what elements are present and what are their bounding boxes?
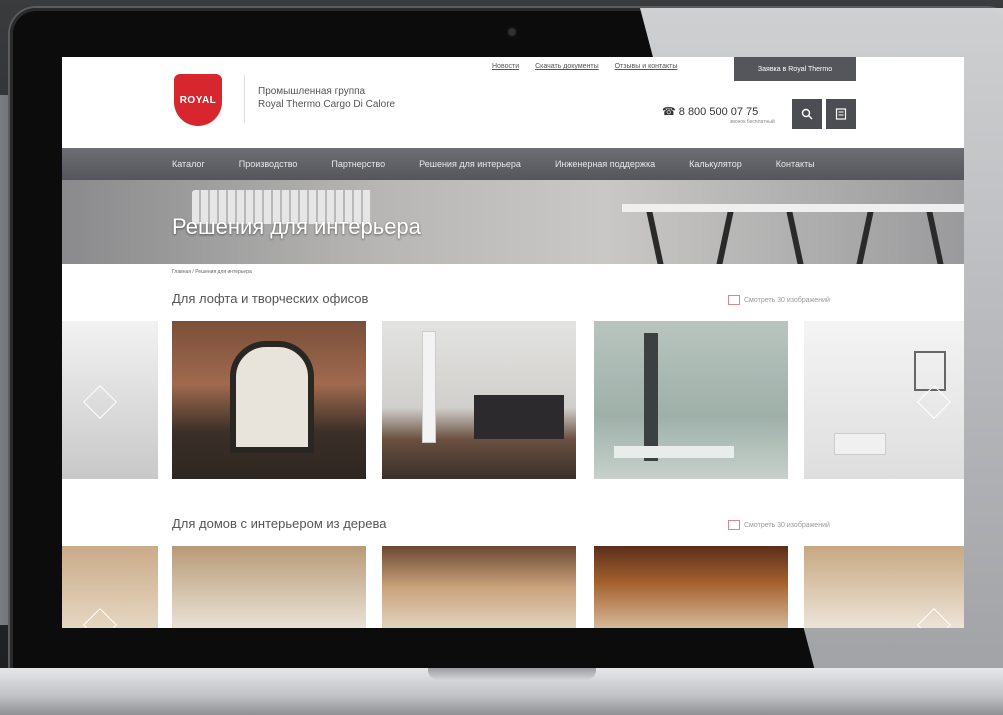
divider — [244, 75, 245, 123]
company-name: Промышленная группа Royal Thermo Cargo D… — [258, 85, 395, 111]
gallery-photo[interactable] — [382, 321, 576, 479]
banner-table-leg — [786, 212, 804, 264]
company-line-2: Royal Thermo Cargo Di Calore — [258, 99, 396, 110]
banner-table-leg — [926, 212, 944, 264]
gallery-photo[interactable] — [382, 546, 576, 628]
section-title-wood: Для домов с интерьером из дерева — [172, 516, 387, 531]
nav-item-contacts[interactable]: Контакты — [776, 159, 815, 169]
gallery-photo[interactable] — [172, 321, 366, 479]
gallery-photo[interactable] — [594, 546, 788, 628]
calculator-button[interactable] — [826, 99, 856, 129]
cta-label: Заявка в Royal Thermo — [757, 65, 833, 73]
top-links: Новости Скачать документы Отзывы и конта… — [492, 63, 677, 70]
phone-icon: ☎ — [662, 106, 676, 118]
breadcrumb[interactable]: Главная / Решения для интерьера — [172, 269, 252, 275]
gallery-photo[interactable] — [172, 546, 366, 628]
banner-table — [622, 204, 964, 212]
top-link-documents[interactable]: Скачать документы — [535, 63, 599, 70]
cta-button[interactable]: Заявка в Royal Thermo — [734, 57, 856, 81]
company-line-1: Промышленная группа — [258, 86, 366, 97]
laptop-notch — [428, 668, 596, 680]
hero-banner: Решения для интерьера — [62, 180, 964, 264]
calculator-icon — [835, 108, 847, 120]
top-link-news[interactable]: Новости — [492, 63, 519, 70]
browser-screen: ROYAL Промышленная группа Royal Thermo C… — [62, 57, 964, 628]
top-link-reviews[interactable]: Отзывы и контакты — [615, 63, 678, 70]
search-button[interactable] — [792, 99, 822, 129]
view-more-loft-link[interactable]: Смотреть 30 изображений — [728, 295, 830, 305]
nav-item-production[interactable]: Производство — [239, 159, 298, 169]
section-title-loft: Для лофта и творческих офисов — [172, 291, 369, 306]
gallery-icon — [728, 520, 740, 530]
nav-item-partnership[interactable]: Партнерство — [331, 159, 385, 169]
main-nav: Каталог Производство Партнерство Решения… — [62, 148, 964, 180]
site-header: ROYAL Промышленная группа Royal Thermo C… — [62, 57, 964, 148]
phone-number: 8 800 500 07 75 — [678, 106, 759, 118]
nav-item-engineering[interactable]: Инженерная поддержка — [555, 159, 655, 169]
gallery-photo[interactable] — [594, 321, 788, 479]
search-icon — [801, 108, 813, 120]
nav-item-catalog[interactable]: Каталог — [172, 159, 205, 169]
phone-subtext: звонок бесплатный — [730, 119, 775, 125]
phone[interactable]: ☎ 8 800 500 07 75 — [662, 105, 758, 118]
gallery-photo[interactable] — [62, 546, 158, 628]
logo[interactable]: ROYAL — [174, 74, 222, 126]
page-title: Решения для интерьера — [172, 214, 421, 239]
gallery-icon — [728, 295, 740, 305]
logo-text: ROYAL — [179, 94, 217, 106]
camera-icon — [508, 28, 516, 36]
banner-table-leg — [856, 212, 874, 264]
banner-table-leg — [646, 212, 664, 264]
view-more-label: Смотреть 30 изображений — [744, 521, 830, 529]
view-more-label: Смотреть 30 изображений — [744, 296, 830, 304]
nav-item-calculator[interactable]: Калькулятор — [689, 159, 742, 169]
view-more-wood-link[interactable]: Смотреть 30 изображений — [728, 520, 830, 530]
nav-item-interior[interactable]: Решения для интерьера — [419, 159, 521, 169]
banner-table-leg — [716, 212, 734, 264]
